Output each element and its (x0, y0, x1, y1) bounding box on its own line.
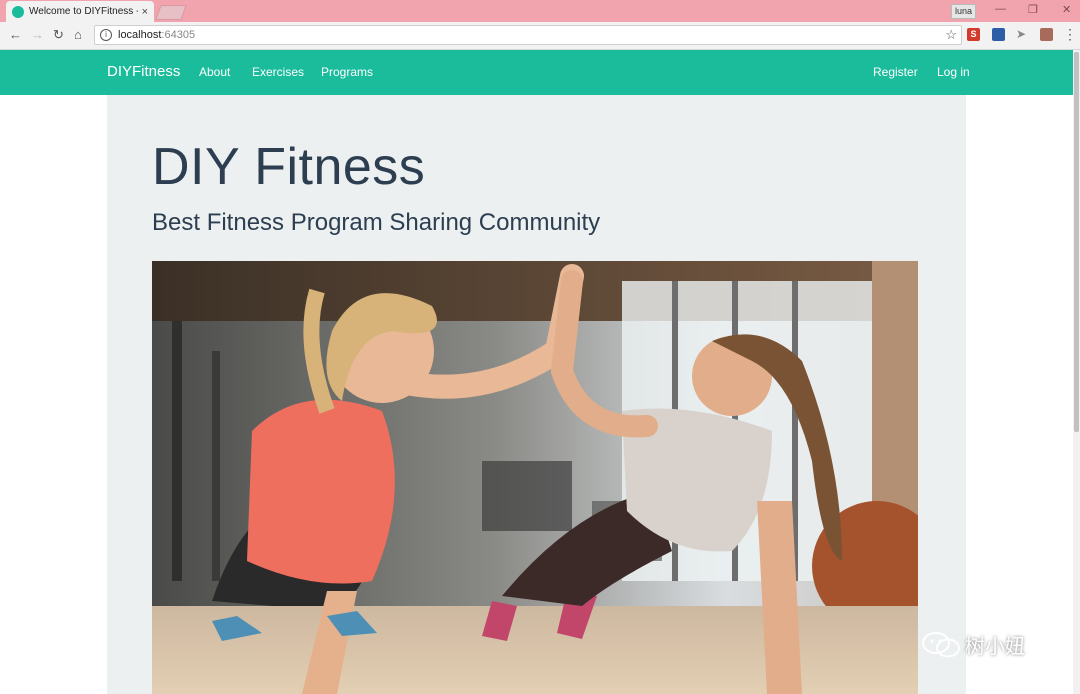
forward-arrow-icon[interactable]: → (31, 27, 44, 43)
nav-about[interactable]: About (199, 65, 230, 79)
browser-menu-icon[interactable]: ⋮ (1063, 26, 1077, 43)
nav-exercises[interactable]: Exercises (252, 65, 304, 79)
close-window-icon[interactable]: ✕ (1062, 3, 1071, 16)
url-port: :64305 (161, 29, 196, 41)
blue-extension-icon[interactable] (992, 28, 1005, 41)
url-host: localhost (118, 29, 162, 41)
wechat-icon (922, 631, 960, 657)
scrollbar-thumb[interactable] (1074, 52, 1079, 432)
page-title: DIY Fitness (152, 138, 426, 196)
back-arrow-icon[interactable]: ← (9, 27, 22, 43)
s-extension-icon[interactable]: S (967, 28, 980, 41)
restore-icon[interactable]: ❐ (1028, 3, 1038, 16)
page-subtitle: Best Fitness Program Sharing Community (152, 209, 601, 236)
browser-tab[interactable]: Welcome to DIYFitness - × (6, 1, 154, 22)
info-icon[interactable]: i (100, 29, 112, 41)
reload-icon[interactable]: ↻ (53, 27, 64, 43)
jumbotron: DIY Fitness Best Fitness Program Sharing… (107, 95, 966, 694)
nav-register[interactable]: Register (873, 65, 918, 79)
page-scrollbar[interactable] (1073, 50, 1080, 694)
tab-close-icon[interactable]: × (142, 6, 148, 18)
watermark: 树小妞 (921, 630, 1025, 659)
bird-extension-icon[interactable]: ➤ (1016, 28, 1029, 41)
browser-toolbar: ← → ↻ ⌂ i localhost :64305 ☆ S ➤ ⋮ (0, 22, 1080, 50)
profile-badge[interactable]: luna (951, 4, 977, 19)
brand-link[interactable]: DIYFitness (107, 63, 180, 80)
watermark-text: 树小妞 (965, 636, 1025, 658)
site-navbar: DIYFitness About Exercises Programs Regi… (0, 50, 1073, 95)
home-icon[interactable]: ⌂ (74, 27, 82, 43)
site-favicon-icon (12, 5, 24, 18)
tab-title: Welcome to DIYFitness - (29, 6, 138, 17)
new-tab-button[interactable] (155, 5, 187, 20)
bookmark-star-icon[interactable]: ☆ (945, 27, 957, 43)
minimize-icon[interactable]: — (995, 3, 1006, 15)
hero-image (152, 261, 918, 694)
gym-photo (152, 261, 918, 694)
nav-programs[interactable]: Programs (321, 65, 373, 79)
browser-titlebar: Welcome to DIYFitness - × luna — ❐ ✕ (0, 0, 1080, 22)
address-bar[interactable]: i localhost :64305 ☆ (94, 25, 962, 45)
puzzle-extension-icon[interactable] (1040, 28, 1053, 41)
nav-login[interactable]: Log in (937, 65, 970, 79)
